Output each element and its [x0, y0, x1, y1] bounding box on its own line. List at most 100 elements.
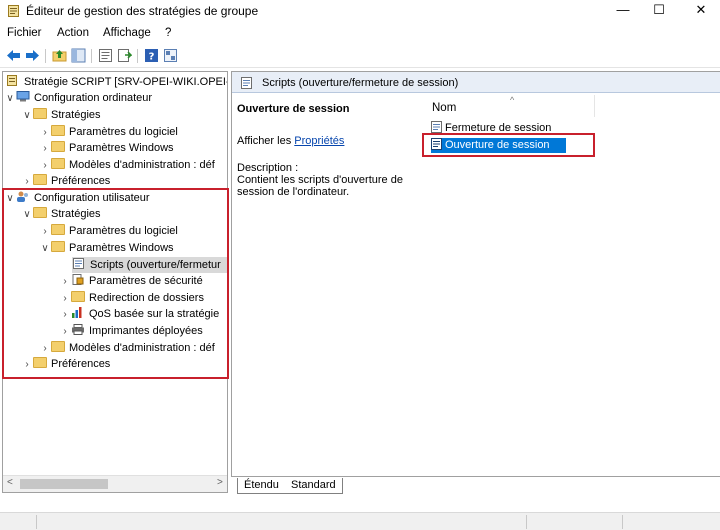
description-label: Description :	[237, 162, 299, 174]
chevron-right-icon[interactable]: ›	[39, 341, 51, 357]
list-item-logoff[interactable]: Fermeture de session	[431, 121, 551, 136]
window-title: Éditeur de gestion des stratégies de gro…	[26, 4, 259, 18]
policy-icon	[7, 75, 17, 86]
printer-icon	[72, 324, 84, 335]
menu-help[interactable]: ?	[165, 27, 171, 39]
tree-item-user-admin[interactable]: › Modèles d'administration : déf	[39, 340, 215, 356]
details-header: Scripts (ouverture/fermeture de session)	[232, 72, 720, 93]
folder-icon	[51, 241, 65, 252]
list-item-logon[interactable]: Ouverture de session	[431, 138, 566, 153]
tree-root[interactable]: Stratégie SCRIPT [SRV-OPEI-WIKI.OPEI-W	[6, 74, 227, 90]
folder-icon	[51, 224, 65, 235]
chevron-right-icon[interactable]: ›	[59, 307, 71, 323]
script-icon	[431, 138, 442, 150]
scroll-right-icon[interactable]: >	[217, 477, 223, 488]
status-divider	[526, 515, 527, 529]
folder-icon	[33, 207, 47, 218]
column-header-label: Nom	[432, 102, 457, 114]
svg-text:?: ?	[149, 52, 155, 63]
toolbar-separator	[45, 49, 46, 63]
tab-standard[interactable]: Standard	[285, 478, 343, 494]
tree-item-user-software[interactable]: › Paramètres du logiciel	[39, 223, 178, 239]
maximize-button[interactable]: ☐	[637, 0, 681, 22]
folder-icon	[51, 341, 65, 352]
tree-item-computer-windows[interactable]: › Paramètres Windows	[39, 140, 174, 156]
tree-item-user-scripts[interactable]: Scripts (ouverture/fermetur	[72, 257, 227, 273]
tree-item-user-security[interactable]: › Paramètres de sécurité	[59, 273, 203, 289]
qos-chart-icon	[72, 307, 82, 318]
view-tabs: Étendu Standard	[231, 476, 720, 494]
export-list-icon[interactable]	[117, 48, 132, 63]
gpo-editor-icon	[8, 5, 19, 17]
folder-icon	[51, 158, 65, 169]
scroll-left-icon[interactable]: <	[7, 477, 13, 488]
properties-link[interactable]: Propriétés	[294, 135, 344, 147]
chevron-down-icon[interactable]: ∨	[39, 241, 51, 257]
tree-item-computer-prefs[interactable]: › Préférences	[21, 173, 110, 189]
script-icon	[241, 77, 252, 89]
horizontal-scrollbar[interactable]: < >	[3, 475, 227, 492]
folder-icon	[33, 174, 47, 185]
user-icon	[17, 191, 28, 202]
folder-icon	[33, 108, 47, 119]
status-bar	[0, 512, 720, 530]
tab-extended[interactable]: Étendu	[237, 478, 285, 494]
chevron-down-icon[interactable]: ∨	[21, 207, 33, 223]
tree-item-computer-config[interactable]: ∨ Configuration ordinateur	[4, 90, 152, 106]
tree-item-user-qos[interactable]: › QoS basée sur la stratégie	[59, 306, 219, 322]
tree-item-computer-strategies[interactable]: ∨ Stratégies	[21, 107, 101, 123]
details-header-title: Scripts (ouverture/fermeture de session)	[262, 77, 459, 89]
folder-icon	[51, 141, 65, 152]
title-bar: Éditeur de gestion des stratégies de gro…	[0, 0, 720, 22]
chevron-right-icon[interactable]: ›	[59, 274, 71, 290]
chevron-right-icon[interactable]: ›	[39, 224, 51, 240]
chevron-right-icon[interactable]: ›	[59, 324, 71, 340]
chevron-right-icon[interactable]: ›	[21, 357, 33, 373]
chevron-right-icon[interactable]: ›	[39, 158, 51, 174]
chevron-down-icon[interactable]: ∨	[4, 91, 16, 107]
chevron-down-icon[interactable]: ∨	[4, 191, 16, 207]
back-arrow-icon[interactable]	[6, 48, 21, 63]
chevron-right-icon[interactable]: ›	[39, 141, 51, 157]
menu-bar: Fichier Action Affichage ?	[0, 24, 720, 44]
chevron-down-icon[interactable]: ∨	[21, 108, 33, 124]
tree-item-computer-admin[interactable]: › Modèles d'administration : déf	[39, 157, 215, 173]
forward-arrow-icon[interactable]	[25, 48, 40, 63]
tree-item-user-windows[interactable]: ∨ Paramètres Windows	[39, 240, 174, 256]
description-text: Contient les scripts d'ouverture de sess…	[237, 174, 403, 198]
chevron-right-icon[interactable]: ›	[39, 125, 51, 141]
computer-icon	[16, 91, 30, 102]
menu-action[interactable]: Action	[57, 27, 89, 39]
sort-arrow-icon: ^	[510, 95, 515, 105]
selected-item-title: Ouverture de session	[237, 103, 350, 115]
tree-item-computer-software[interactable]: › Paramètres du logiciel	[39, 124, 178, 140]
description-block: Description : Contient les scripts d'ouv…	[237, 162, 417, 198]
tree-item-user-config[interactable]: ∨ Configuration utilisateur	[4, 190, 150, 206]
script-icon	[431, 121, 442, 133]
tree-item-user-printers[interactable]: › Imprimantes déployées	[59, 323, 203, 339]
menu-affichage[interactable]: Affichage	[103, 27, 151, 39]
chevron-right-icon[interactable]: ›	[21, 174, 33, 190]
scrollbar-thumb[interactable]	[20, 479, 108, 489]
status-divider	[36, 515, 37, 529]
script-icon	[73, 258, 84, 269]
properties-prefix: Afficher les	[237, 135, 295, 147]
tree-item-user-strategies[interactable]: ∨ Stratégies	[21, 206, 101, 222]
tree-item-user-prefs[interactable]: › Préférences	[21, 356, 110, 372]
view-icon[interactable]	[163, 48, 178, 63]
tree-pane[interactable]: Stratégie SCRIPT [SRV-OPEI-WIKI.OPEI-W ∨…	[2, 71, 228, 493]
help-icon[interactable]: ?	[144, 48, 159, 63]
status-divider	[622, 515, 623, 529]
column-header-name[interactable]: ^ Nom	[425, 95, 595, 117]
tree-item-user-redirect[interactable]: › Redirection de dossiers	[59, 290, 204, 306]
close-button[interactable]: ✕	[679, 0, 720, 22]
properties-line: Afficher les Propriétés	[237, 135, 344, 147]
menu-fichier[interactable]: Fichier	[7, 27, 42, 39]
show-tree-icon[interactable]	[71, 48, 86, 63]
properties-icon[interactable]	[98, 48, 113, 63]
up-folder-icon[interactable]	[52, 48, 67, 63]
folder-icon	[51, 125, 65, 136]
chevron-right-icon[interactable]: ›	[59, 291, 71, 307]
folder-icon	[33, 357, 47, 368]
security-icon	[72, 274, 84, 285]
